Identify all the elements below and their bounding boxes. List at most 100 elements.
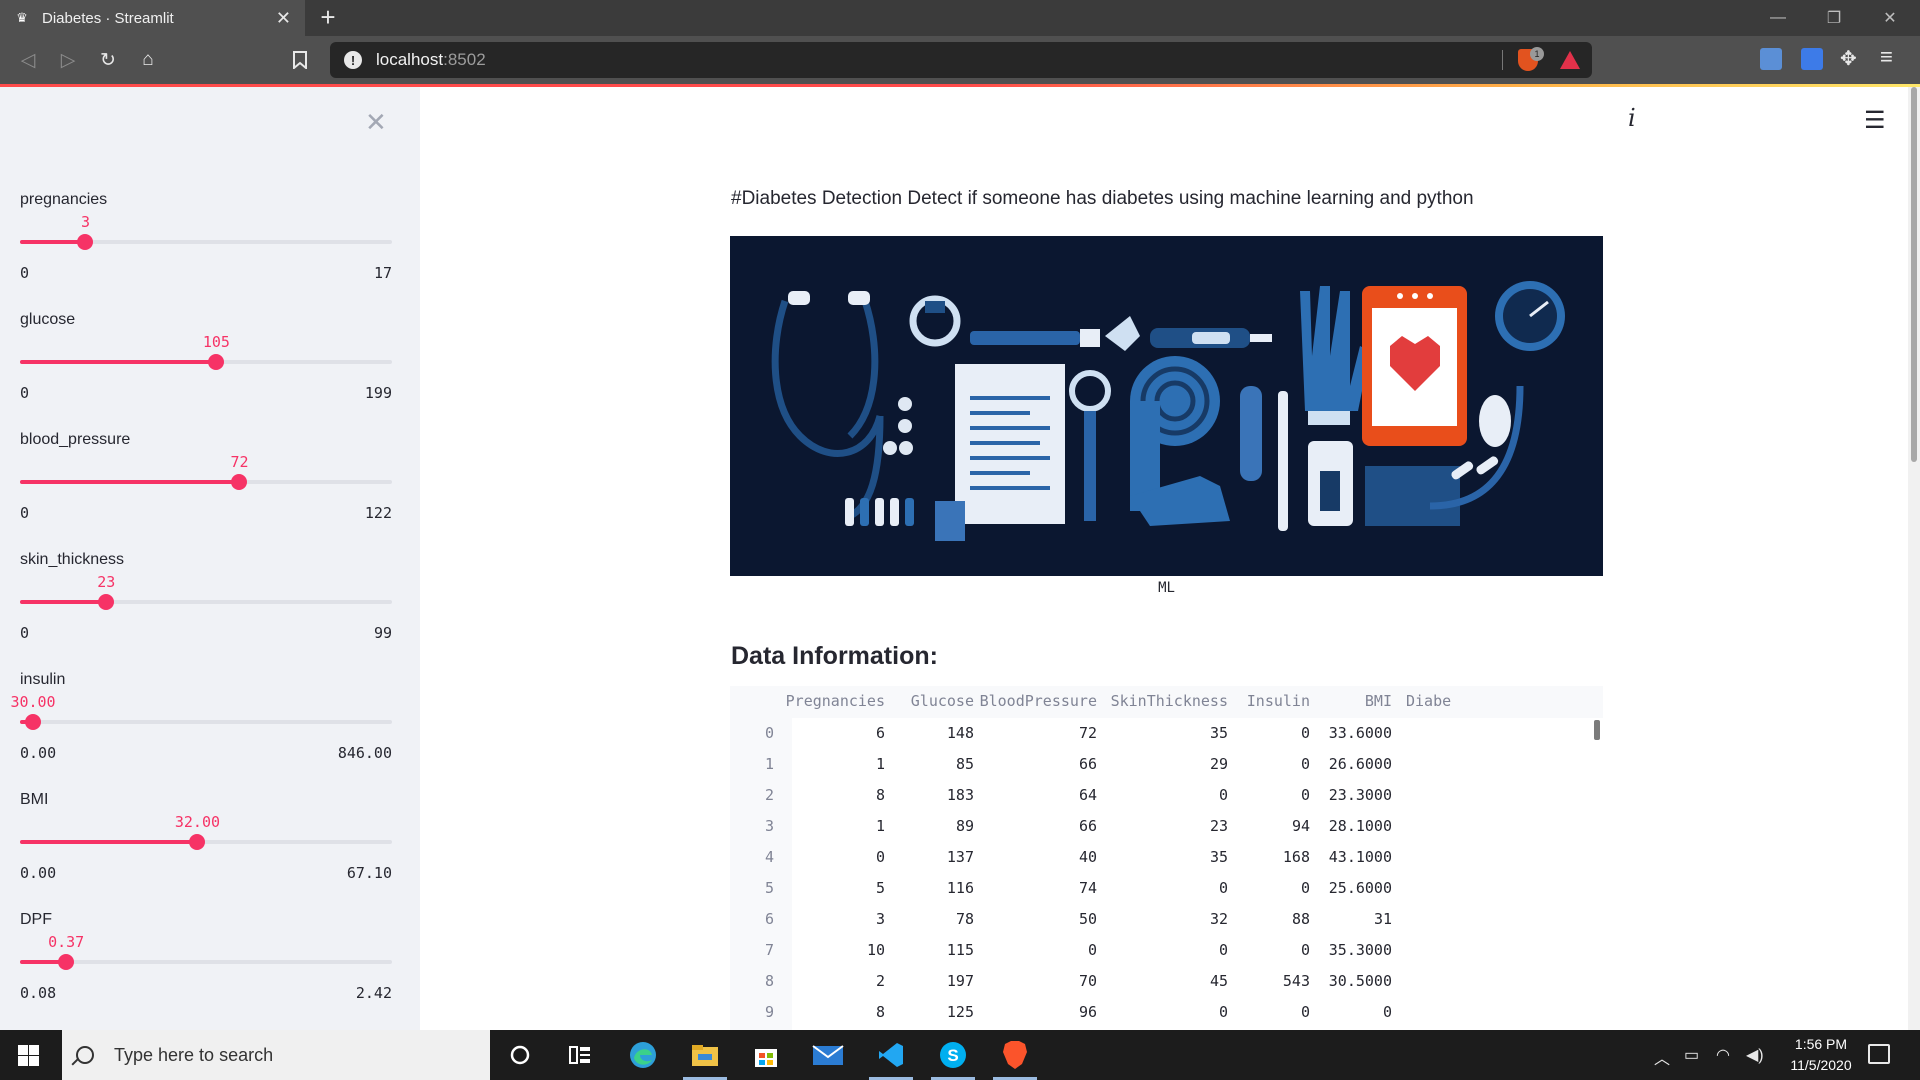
table-cell[interactable]: 88 [1230,904,1310,935]
table-cell[interactable]: 33.6000 [1312,718,1392,749]
table-row-index[interactable]: 6 [734,904,774,935]
table-cell[interactable]: 64 [977,780,1097,811]
table-cell[interactable]: 94 [1230,811,1310,842]
table-cell[interactable]: 168 [1230,842,1310,873]
skype-icon[interactable]: S [935,1038,971,1072]
table-cell[interactable]: 197 [889,966,974,997]
table-header-cell[interactable]: SkinThickness [1100,686,1228,717]
table-cell[interactable]: 183 [889,780,974,811]
taskbar-search-box[interactable]: Type here to search [62,1030,490,1080]
table-cell[interactable]: 89 [889,811,974,842]
table-cell[interactable]: 1 [775,749,885,780]
site-info-icon[interactable]: ! [344,51,362,69]
table-row-index[interactable]: 3 [734,811,774,842]
table-cell[interactable]: 0 [1230,780,1310,811]
table-row-index[interactable]: 0 [734,718,774,749]
table-row-index[interactable]: 8 [734,966,774,997]
vscode-icon[interactable] [873,1038,909,1072]
table-cell[interactable]: 2 [775,966,885,997]
clock-date[interactable]: 11/5/2020 [1776,1057,1866,1073]
brave-rewards-icon[interactable] [1560,51,1580,69]
task-view-icon[interactable] [562,1038,598,1072]
slider-insulin[interactable]: insulin 30.00 0.00 846.00 [10,671,392,771]
table-cell[interactable]: 543 [1230,966,1310,997]
extension-photos-icon[interactable] [1760,48,1782,70]
sidebar-close-icon[interactable]: ✕ [365,107,387,138]
table-header-cell[interactable]: Insulin [1230,686,1310,717]
slider-dpf[interactable]: DPF 0.37 0.08 2.42 [20,911,392,1011]
notification-center-icon[interactable] [1868,1044,1890,1064]
table-cell[interactable]: 0 [1230,997,1310,1028]
table-cell[interactable]: 5 [775,873,885,904]
page-scrollbar-thumb[interactable] [1911,87,1917,462]
slider-blood-pressure[interactable]: blood_pressure 72 0 122 [20,431,392,531]
wifi-icon[interactable]: ◠ [1716,1045,1730,1065]
table-cell[interactable]: 35 [1100,842,1228,873]
table-cell[interactable]: 0 [1312,997,1392,1028]
restore-icon[interactable]: ❐ [1806,0,1862,36]
back-icon[interactable]: ◁ [14,46,42,74]
table-cell[interactable]: 8 [775,997,885,1028]
table-row-index[interactable]: 1 [734,749,774,780]
cortana-icon[interactable] [502,1038,538,1072]
slider-track[interactable] [20,720,392,724]
mail-icon[interactable] [810,1038,846,1072]
table-cell[interactable]: 40 [977,842,1097,873]
table-row-index[interactable]: 7 [734,935,774,966]
file-explorer-icon[interactable] [687,1038,723,1072]
table-cell[interactable]: 28.1000 [1312,811,1392,842]
edge-icon[interactable] [625,1038,661,1072]
table-row-index[interactable]: 4 [734,842,774,873]
slider-thumb[interactable] [189,834,206,850]
tab-close-icon[interactable]: ✕ [276,8,291,29]
browser-menu-icon[interactable]: ≡ [1880,44,1893,70]
slider-thumb[interactable] [77,234,94,250]
table-cell[interactable]: 96 [977,997,1097,1028]
table-cell[interactable]: 45 [1100,966,1228,997]
clock-time[interactable]: 1:56 PM [1776,1036,1866,1052]
home-icon[interactable]: ⌂ [134,46,162,74]
table-cell[interactable]: 66 [977,811,1097,842]
table-cell[interactable]: 70 [977,966,1097,997]
table-cell[interactable]: 125 [889,997,974,1028]
info-icon[interactable]: i [1628,104,1636,132]
table-row-index[interactable]: 2 [734,780,774,811]
table-cell[interactable]: 0 [1100,780,1228,811]
table-cell[interactable]: 50 [977,904,1097,935]
slider-thumb[interactable] [98,594,115,610]
table-cell[interactable]: 0 [1230,873,1310,904]
table-cell[interactable]: 78 [889,904,974,935]
slider-track[interactable] [20,960,392,964]
table-header-cell[interactable]: Diabe [1406,686,1603,717]
table-row-index[interactable]: 9 [734,997,774,1028]
table-scrollbar-thumb[interactable] [1594,720,1600,740]
new-tab-button[interactable]: + [314,4,342,32]
bookmark-icon[interactable] [286,46,314,74]
table-cell[interactable]: 0 [1230,935,1310,966]
minimize-icon[interactable]: — [1750,0,1806,36]
slider-bmi[interactable]: BMI 32.00 0.00 67.10 [20,791,392,891]
table-cell[interactable]: 8 [775,780,885,811]
table-cell[interactable]: 35 [1100,718,1228,749]
table-cell[interactable]: 35.3000 [1312,935,1392,966]
table-cell[interactable]: 85 [889,749,974,780]
table-cell[interactable]: 0 [1100,997,1228,1028]
table-header-cell[interactable]: BMI [1312,686,1392,717]
slider-skin-thickness[interactable]: skin_thickness 23 0 99 [20,551,392,651]
table-cell[interactable]: 0 [1100,935,1228,966]
forward-icon[interactable]: ▷ [54,46,82,74]
table-cell[interactable]: 30.5000 [1312,966,1392,997]
address-bar[interactable]: ! localhost:8502 1 [330,42,1592,78]
table-cell[interactable]: 26.6000 [1312,749,1392,780]
slider-glucose[interactable]: glucose 105 0 199 [20,311,392,411]
table-cell[interactable]: 1 [775,811,885,842]
table-cell[interactable]: 148 [889,718,974,749]
slider-thumb[interactable] [208,354,225,370]
table-header-cell[interactable]: Glucose [889,686,974,717]
table-cell[interactable]: 23.3000 [1312,780,1392,811]
table-cell[interactable]: 10 [775,935,885,966]
tray-overflow-icon[interactable]: ︿ [1654,1045,1670,1069]
table-header-cell[interactable]: Pregnancies [775,686,885,717]
battery-icon[interactable]: ▭ [1684,1045,1699,1065]
volume-icon[interactable]: ◀) [1746,1045,1764,1065]
